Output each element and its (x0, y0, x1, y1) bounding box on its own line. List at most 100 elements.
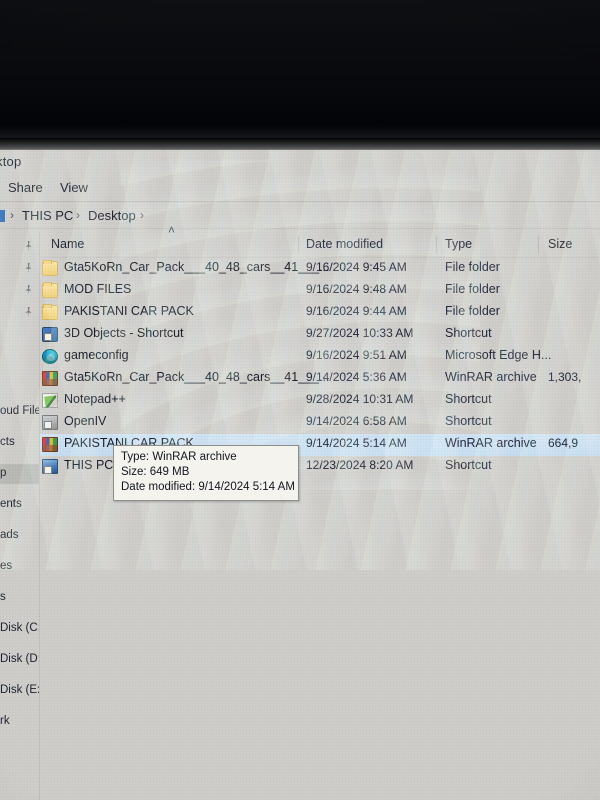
edge-icon (42, 349, 58, 364)
breadcrumb: › THIS PC › Desktop › (0, 203, 600, 229)
file-name-cell: Gta5KoRn_Car_Pack___40_48_cars__41___... (64, 370, 330, 384)
back-chevron-icon[interactable] (0, 210, 5, 222)
monitor-bezel (0, 0, 600, 150)
file-name-cell: OpenIV (64, 414, 107, 428)
breadcrumb-separator-1: › (76, 208, 80, 222)
tab-view[interactable]: View (60, 180, 88, 195)
column-header-size[interactable]: Size (548, 237, 572, 251)
nav-item[interactable]: cts (0, 433, 39, 453)
file-date-cell: 9/28/2024 10:31 AM (306, 392, 414, 406)
file-type-cell: Shortcut (445, 458, 492, 472)
column-divider-3[interactable] (538, 236, 539, 253)
table-row[interactable]: Gta5KoRn_Car_Pack___40_48_cars__41___...… (40, 258, 600, 280)
table-row[interactable]: Gta5KoRn_Car_Pack___40_48_cars__41___...… (40, 368, 600, 390)
pin-icon (25, 263, 32, 273)
table-row[interactable]: gameconfig 9/16/2024 9:51 AM Microsoft Edg… (40, 346, 600, 368)
notepadpp-icon (42, 393, 58, 408)
file-name-cell: 3D Objects - Shortcut (64, 326, 184, 340)
column-header-type[interactable]: Type (445, 237, 472, 251)
column-divider-2[interactable] (436, 236, 437, 253)
pin-icon (25, 285, 32, 295)
nav-item[interactable]: es (0, 557, 39, 577)
nav-item-label: es (0, 560, 13, 572)
tab-share[interactable]: Share (8, 180, 43, 195)
ribbon-tabbar: Share View (0, 177, 600, 202)
tooltip-type: Type: WinRAR archive (121, 451, 237, 463)
table-row[interactable]: MOD FILES 9/16/2024 9:48 AM File folder (40, 280, 600, 302)
file-date-cell: 9/16/2024 9:51 AM (306, 348, 407, 362)
folder-icon (42, 282, 58, 298)
winrar-icon (42, 437, 58, 452)
window-titlebar: ktop (0, 150, 600, 176)
nav-item[interactable]: oud Files (0, 402, 39, 422)
file-name-cell: PAKISTANI CAR PACK (64, 304, 194, 318)
nav-item[interactable] (0, 302, 39, 322)
sort-ascending-icon: ˄ (168, 223, 176, 237)
folder-icon (42, 260, 58, 276)
nav-item-label: p (0, 467, 7, 479)
file-name-cell: THIS PC (64, 458, 114, 472)
nav-item[interactable]: Disk (C:) (0, 619, 39, 639)
column-header-date-modified[interactable]: Date modified (306, 237, 383, 251)
file-type-cell: File folder (445, 282, 500, 296)
nav-item[interactable]: ads (0, 526, 39, 546)
nav-item[interactable]: ents (0, 495, 39, 515)
table-row[interactable]: PAKISTANI CAR PACK 9/16/2024 9:44 AM File … (40, 302, 600, 324)
table-row[interactable]: Notepad++ 9/28/2024 10:31 AM Shortcut (40, 390, 600, 412)
file-date-cell: 9/14/2024 5:36 AM (306, 370, 407, 384)
tooltip-size: Size: 649 MB (121, 466, 190, 478)
window-title: ktop (0, 154, 22, 169)
file-name-cell: MOD FILES (64, 282, 132, 296)
column-header-row: ˄ Name Date modified Type Size (40, 224, 600, 258)
breadcrumb-separator-0: › (10, 208, 14, 222)
file-type-cell: Shortcut (445, 326, 492, 340)
nav-item-label: ads (0, 529, 19, 541)
nav-item[interactable]: s (0, 588, 39, 608)
file-type-cell: Microsoft Edge H... (445, 348, 552, 362)
file-type-cell: WinRAR archive (445, 370, 537, 384)
column-divider-1[interactable] (298, 236, 299, 253)
nav-item-label: Disk (D:) (0, 653, 39, 665)
nav-item-label: oud Files (0, 405, 39, 417)
pin-icon (25, 241, 32, 251)
nav-item-label: s (0, 591, 6, 603)
file-date-cell: 9/27/2024 10:33 AM (306, 326, 414, 340)
nav-item[interactable]: Disk (E:) (0, 681, 40, 701)
nav-item-label: cts (0, 436, 15, 448)
nav-item-label: rk (0, 715, 10, 727)
nav-item[interactable] (0, 258, 39, 278)
file-type-cell: File folder (445, 260, 500, 274)
winrar-icon (42, 371, 58, 386)
nav-item[interactable]: rk (0, 712, 39, 732)
breadcrumb-item-this-pc[interactable]: THIS PC (22, 208, 73, 223)
file-date-cell: 9/14/2024 6:58 AM (306, 414, 407, 428)
nav-item[interactable]: Disk (D:) (0, 650, 39, 670)
file-size-cell: 1,303, (548, 370, 582, 384)
file-date-cell: 9/14/2024 5:14 AM (306, 436, 407, 450)
nav-item[interactable] (0, 280, 39, 300)
file-type-cell: Shortcut (445, 392, 492, 406)
nav-item[interactable]: p (0, 464, 39, 484)
openiv-icon (42, 415, 58, 430)
shortcut-icon (42, 327, 58, 342)
folder-icon (42, 304, 58, 320)
tooltip-date: Date modified: 9/14/2024 5:14 AM (121, 481, 295, 493)
file-size-cell: 664,9 (548, 436, 579, 450)
nav-item-label: Disk (C:) (0, 622, 39, 634)
column-header-name[interactable]: Name (51, 237, 84, 251)
file-date-cell: 9/16/2024 9:48 AM (306, 282, 407, 296)
breadcrumb-separator-2: › (140, 208, 144, 222)
nav-item[interactable] (0, 236, 39, 256)
table-row[interactable]: 3D Objects - Shortcut 9/27/2024 10:33 AM S… (40, 324, 600, 346)
breadcrumb-item-desktop[interactable]: Desktop (88, 208, 136, 223)
file-explorer-window: ktop Share View › THIS PC › Desktop › ˄ … (0, 150, 600, 800)
file-type-cell: Shortcut (445, 414, 492, 428)
thispc-icon (42, 459, 58, 474)
photographed-screen: ktop Share View › THIS PC › Desktop › ˄ … (0, 0, 600, 800)
file-date-cell: 9/16/2024 9:44 AM (306, 304, 407, 318)
navigation-pane: oud Files cts p ents ads es s Disk (C:) Disk (D:… (0, 232, 40, 800)
nav-item-label: Disk (E:) (0, 684, 40, 696)
file-name-cell: Notepad++ (64, 392, 126, 406)
file-name-cell: gameconfig (64, 348, 129, 362)
table-row[interactable]: OpenIV 9/14/2024 6:58 AM Shortcut (40, 412, 600, 434)
